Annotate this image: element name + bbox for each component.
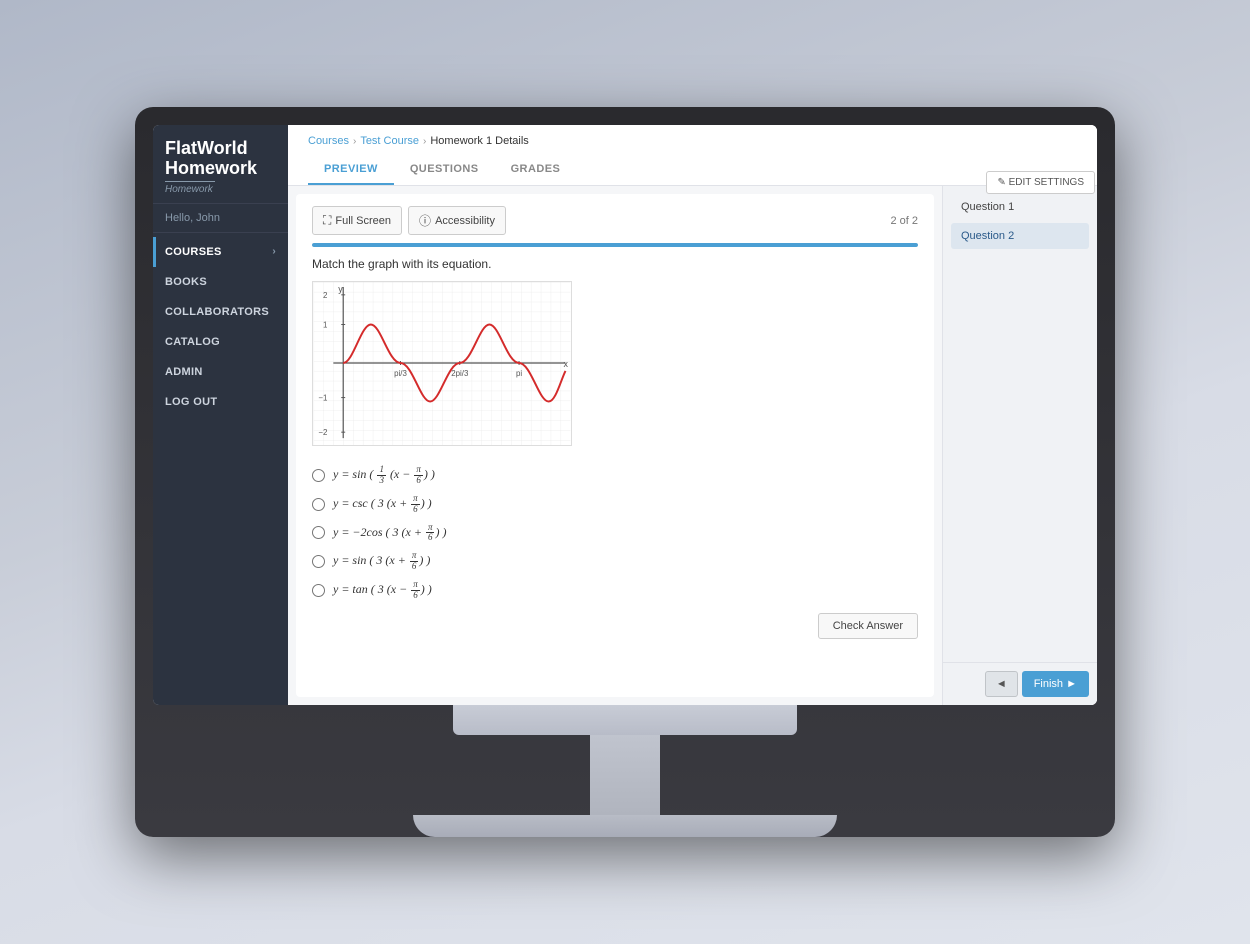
sidebar-item-collaborators[interactable]: COLLABORATORS — [153, 297, 288, 327]
radio-opt1[interactable] — [312, 469, 325, 482]
answer-option-3[interactable]: y = −2cos ( 3 (x + π6) ) — [312, 523, 918, 544]
sidebar-item-catalog[interactable]: CATALOG — [153, 327, 288, 357]
accessibility-label: Accessibility — [435, 215, 495, 227]
monitor-screen: FlatWorld Homework Homework Hello, John … — [153, 125, 1097, 705]
tabs-row: PREVIEW QUESTIONS GRADES — [308, 153, 1077, 185]
accessibility-icon: ⓘ — [419, 212, 431, 229]
content-area: ⛶ Full Screen ⓘ Accessibility 2 of 2 — [296, 194, 934, 697]
monitor-stand-top — [453, 705, 797, 735]
sidebar-item-label: COLLABORATORS — [165, 306, 269, 318]
breadcrumb: Courses › Test Course › Homework 1 Detai… — [308, 125, 529, 153]
svg-text:2: 2 — [323, 291, 327, 300]
progress-bar — [312, 243, 918, 247]
answer-option-1[interactable]: y = sin ( 13 (x − π6) ) — [312, 465, 918, 486]
answer-option-5[interactable]: y = tan ( 3 (x − π6) ) — [312, 580, 918, 601]
tab-preview[interactable]: PREVIEW — [308, 155, 394, 185]
sidebar-user: Hello, John — [153, 204, 288, 233]
breadcrumb-courses[interactable]: Courses — [308, 135, 349, 147]
monitor-stand-pole — [590, 735, 660, 815]
breadcrumb-sep-2: › — [423, 136, 426, 147]
logo-brand: FlatWorld Homework — [165, 139, 276, 179]
sidebar-item-books[interactable]: BOOKS — [153, 267, 288, 297]
breadcrumb-current: Homework 1 Details — [430, 135, 528, 147]
accessibility-button[interactable]: ⓘ Accessibility — [408, 206, 506, 235]
answer-options: y = sin ( 13 (x − π6) ) y = csc ( 3 (x +… — [312, 465, 918, 601]
question-list-item-2[interactable]: Question 2 — [951, 223, 1089, 249]
check-answer-row: Check Answer — [312, 613, 918, 639]
toolbar-row: ⛶ Full Screen ⓘ Accessibility 2 of 2 — [312, 206, 918, 235]
prev-button[interactable]: ◄ — [985, 671, 1018, 697]
formula-opt1: y = sin ( 13 (x − π6) ) — [333, 465, 435, 486]
radio-opt2[interactable] — [312, 498, 325, 511]
chevron-right-icon: › — [272, 246, 276, 257]
logo-sub: Homework — [165, 184, 276, 195]
graph-svg: x y 1 −1 2 −2 pi/3 — [312, 281, 572, 446]
sidebar: FlatWorld Homework Homework Hello, John … — [153, 125, 288, 705]
fullscreen-button[interactable]: ⛶ Full Screen — [312, 206, 402, 235]
question-prompt: Match the graph with its equation. — [312, 257, 918, 271]
sidebar-item-label: LOG OUT — [165, 396, 217, 408]
sidebar-item-label: BOOKS — [165, 276, 207, 288]
svg-text:−2: −2 — [318, 428, 327, 437]
fullscreen-icon: ⛶ — [323, 213, 331, 228]
radio-opt4[interactable] — [312, 555, 325, 568]
question-count: 2 of 2 — [890, 215, 918, 227]
sidebar-logo: FlatWorld Homework Homework — [153, 125, 288, 204]
sidebar-item-label: CATALOG — [165, 336, 220, 348]
radio-opt5[interactable] — [312, 584, 325, 597]
svg-text:1: 1 — [323, 320, 327, 329]
sidebar-item-admin[interactable]: ADMIN — [153, 357, 288, 387]
tab-questions[interactable]: QUESTIONS — [394, 155, 495, 185]
right-panel: Question 1 Question 2 ◄ Finish ► — [942, 186, 1097, 705]
svg-text:−1: −1 — [318, 394, 327, 403]
toolbar-left: ⛶ Full Screen ⓘ Accessibility — [312, 206, 506, 235]
question-list-item-1[interactable]: Question 1 — [951, 194, 1089, 220]
answer-option-4[interactable]: y = sin ( 3 (x + π6) ) — [312, 551, 918, 572]
logo-divider — [165, 181, 215, 182]
main-content: Courses › Test Course › Homework 1 Detai… — [288, 125, 1097, 705]
sidebar-nav: COURSES › BOOKS COLLABORATORS CATALOG AD… — [153, 233, 288, 705]
x-axis-label: x — [564, 359, 569, 369]
graph-container: x y 1 −1 2 −2 pi/3 — [312, 281, 918, 451]
formula-opt2: y = csc ( 3 (x + π6) ) — [333, 494, 432, 515]
radio-opt3[interactable] — [312, 526, 325, 539]
edit-settings-button[interactable]: ✎ EDIT SETTINGS — [986, 171, 1095, 194]
svg-text:pi/3: pi/3 — [394, 369, 407, 378]
check-answer-button[interactable]: Check Answer — [818, 613, 918, 639]
tab-grades[interactable]: GRADES — [495, 155, 577, 185]
sidebar-item-courses[interactable]: COURSES › — [153, 237, 288, 267]
top-bar: Courses › Test Course › Homework 1 Detai… — [288, 125, 1097, 186]
sidebar-item-label: COURSES — [165, 246, 222, 258]
monitor-stand-base — [413, 815, 837, 837]
question-list: Question 1 Question 2 — [943, 186, 1097, 662]
answer-option-2[interactable]: y = csc ( 3 (x + π6) ) — [312, 494, 918, 515]
formula-opt3: y = −2cos ( 3 (x + π6) ) — [333, 523, 446, 544]
monitor-frame: FlatWorld Homework Homework Hello, John … — [135, 107, 1115, 837]
progress-bar-fill — [312, 243, 918, 247]
sidebar-item-logout[interactable]: LOG OUT — [153, 387, 288, 417]
formula-opt5: y = tan ( 3 (x − π6) ) — [333, 580, 432, 601]
fullscreen-label: Full Screen — [335, 215, 391, 227]
finish-button[interactable]: Finish ► — [1022, 671, 1089, 697]
breadcrumb-test-course[interactable]: Test Course — [360, 135, 419, 147]
breadcrumb-sep-1: › — [353, 136, 356, 147]
sidebar-item-label: ADMIN — [165, 366, 203, 378]
svg-text:pi: pi — [516, 369, 522, 378]
y-axis-label: y — [338, 284, 343, 294]
nav-footer: ◄ Finish ► — [943, 662, 1097, 705]
svg-text:2pi/3: 2pi/3 — [451, 369, 469, 378]
formula-opt4: y = sin ( 3 (x + π6) ) — [333, 551, 430, 572]
